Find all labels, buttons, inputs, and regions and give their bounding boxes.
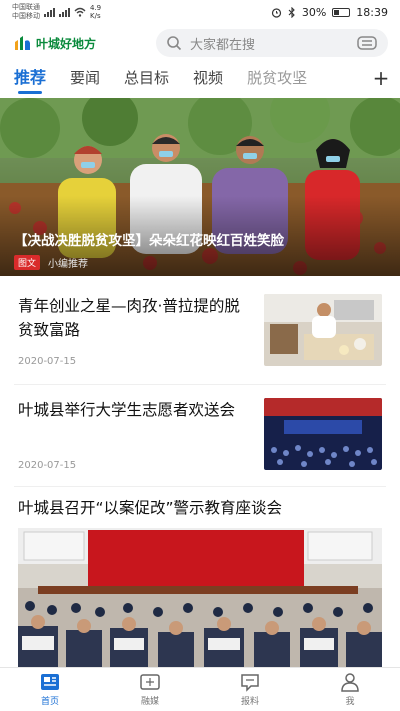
nav-label: 融媒 [140, 697, 159, 707]
signal-icon [44, 7, 55, 17]
status-left: 中国联通 中国移动 4.9 K/s [12, 3, 108, 21]
news-item-3[interactable]: 叶城县召开“以案促改”警示教育座谈会 [0, 494, 400, 524]
nav-report[interactable]: 报料 [200, 668, 300, 711]
nav-profile[interactable]: 我 [300, 668, 400, 711]
battery-icon [332, 7, 351, 17]
tab-news[interactable]: 要闻 [70, 64, 100, 94]
status-bar: 中国联通 中国移动 4.9 K/s 30% 18:39 [0, 0, 400, 24]
nav-home[interactable]: 首页 [0, 668, 100, 711]
hero-banner[interactable]: 【决战决胜脱贫攻坚】朵朵红花映红百姓笑脸 图文 小编推荐 [0, 98, 400, 276]
news-large-image[interactable] [18, 528, 382, 668]
hero-meta: 图文 小编推荐 [14, 255, 88, 270]
carrier-info: 中国联通 中国移动 [12, 3, 40, 21]
search-icon [167, 36, 182, 51]
network-speed: 4.9 K/s [90, 4, 102, 20]
clock: 18:39 [356, 5, 388, 19]
hero-title[interactable]: 【决战决胜脱贫攻坚】朵朵红花映红百姓笑脸 [14, 229, 284, 249]
app-header: 叶城好地方 大家都在搜 [0, 26, 400, 60]
logo-icon [15, 36, 30, 50]
carrier-bottom: 中国移动 [12, 12, 40, 20]
nav-label: 报料 [240, 697, 259, 707]
profile-icon [341, 673, 359, 692]
news-title[interactable]: 青年创业之星—肉孜·普拉提的脱贫致富路 [18, 294, 246, 342]
carrier-top: 中国联通 [12, 3, 40, 11]
thumbnail-image [264, 398, 382, 470]
tab-recommend[interactable]: 推荐 [14, 64, 46, 94]
search-placeholder: 大家都在搜 [190, 37, 256, 53]
bluetooth-icon [288, 6, 295, 18]
news-item-2[interactable]: 叶城县举行大学生志愿者欢送会 2020-07-15 [0, 392, 400, 478]
wifi-icon [74, 7, 86, 17]
battery-percent: 30% [301, 5, 327, 19]
meeting-image [18, 528, 382, 668]
tab-poverty[interactable]: 脱贫攻坚 [247, 64, 307, 94]
nav-label: 我 [345, 697, 355, 707]
news-thumbnail[interactable] [264, 294, 382, 366]
app-logo[interactable]: 叶城好地方 [12, 33, 142, 53]
news-date: 2020-07-15 [18, 460, 77, 471]
news-thumbnail[interactable] [264, 398, 382, 470]
nav-label: 首页 [40, 697, 59, 707]
tab-goals[interactable]: 总目标 [124, 64, 169, 94]
scan-icon[interactable] [356, 35, 378, 51]
bottom-nav: 首页 融媒 报料 我 [0, 667, 400, 711]
tabs-fade [334, 64, 374, 94]
thumbnail-image [264, 294, 382, 366]
status-right: 30% 18:39 [271, 6, 388, 19]
alarm-icon [271, 7, 281, 18]
news-title[interactable]: 叶城县举行大学生志愿者欢送会 [18, 398, 246, 422]
logo-text: 叶城好地方 [36, 36, 97, 51]
media-icon [140, 674, 160, 690]
add-tab-icon[interactable]: + [372, 66, 390, 90]
hero-source: 小编推荐 [48, 259, 89, 270]
report-icon [241, 674, 259, 692]
news-title[interactable]: 叶城县召开“以案促改”警示教育座谈会 [18, 496, 388, 520]
home-icon [41, 674, 59, 690]
hero-tag: 图文 [14, 255, 41, 270]
signal-icon-2 [59, 7, 70, 17]
divider [14, 486, 386, 487]
news-item-1[interactable]: 青年创业之星—肉孜·普拉提的脱贫致富路 2020-07-15 [0, 288, 400, 374]
hero-overlay [0, 98, 400, 276]
tab-video[interactable]: 视频 [193, 64, 223, 94]
news-date: 2020-07-15 [18, 356, 77, 367]
divider [14, 384, 386, 385]
search-bar[interactable]: 大家都在搜 [156, 29, 388, 57]
nav-media[interactable]: 融媒 [100, 668, 200, 711]
